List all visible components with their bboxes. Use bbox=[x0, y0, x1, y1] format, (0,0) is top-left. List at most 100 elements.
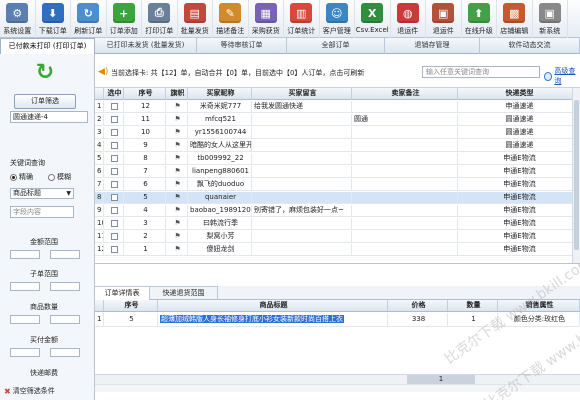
radio-fuzzy-dot[interactable] bbox=[48, 173, 55, 181]
table-row[interactable]: 9 4 ⚑ baobao_19891204 别寄错了，麻烦包装好一点~ 申通E物流 bbox=[95, 205, 580, 217]
advanced-search-button[interactable]: 高级查询 bbox=[544, 66, 580, 86]
grid-header-cell[interactable]: 快递类型 bbox=[458, 88, 580, 100]
flag-icon[interactable]: ⚑ bbox=[174, 128, 180, 136]
row-checkbox[interactable] bbox=[111, 193, 118, 201]
tab-1[interactable]: 已打印未发货 (批量发货) bbox=[95, 38, 197, 54]
flag-icon[interactable]: ⚑ bbox=[174, 167, 180, 175]
clear-filter-button[interactable]: ✖ 清空筛选条件 bbox=[4, 386, 55, 396]
radio-fuzzy[interactable]: 模糊 bbox=[48, 172, 71, 182]
grid-header-cell[interactable]: 序号 bbox=[124, 88, 166, 100]
goods-qty-max-input[interactable] bbox=[50, 315, 80, 324]
keyword-search-input[interactable]: 输入任意关键词查询 bbox=[422, 66, 540, 78]
tab-3[interactable]: 全部订单 bbox=[287, 38, 385, 54]
toolbar-button-5[interactable]: ▤ 批量发货 bbox=[178, 0, 213, 38]
scrollbar-thumb[interactable] bbox=[574, 100, 579, 250]
tab-0[interactable]: 已付款未打印 (打印订单) bbox=[0, 38, 95, 54]
toolbar-button-9[interactable]: ☺ 客户管理 bbox=[320, 0, 355, 38]
flag-icon[interactable]: ⚑ bbox=[174, 102, 180, 110]
toolbar-button-7[interactable]: ▦ 采购获货 bbox=[249, 0, 284, 38]
flag-icon[interactable]: ⚑ bbox=[174, 180, 180, 188]
flag-icon[interactable]: ⚑ bbox=[174, 245, 180, 253]
channel-select[interactable]: 圆通速递-4 bbox=[10, 111, 88, 123]
detail-header-cell[interactable]: 数量 bbox=[448, 300, 498, 311]
product-title-text[interactable]: 超薄加绒韩版人身长袖修身打底小衫女装新款时尚百搭上衣 bbox=[160, 315, 344, 323]
select-cell[interactable] bbox=[104, 166, 124, 178]
table-row[interactable]: 3 10 ⚑ yr1556100744 圆通速递 bbox=[95, 127, 580, 139]
table-row[interactable]: 7 6 ⚑ 飘飞的duoduo 申通E物流 bbox=[95, 179, 580, 191]
row-checkbox[interactable] bbox=[111, 102, 118, 110]
order-summary-text[interactable]: 当前选择卡: 共【12】单，自动合并【0】单，目前选中【0】人订单，点击可刷新 bbox=[111, 68, 364, 78]
toolbar-button-1[interactable]: ⬇ 下载订单 bbox=[36, 0, 71, 38]
flag-icon[interactable]: ⚑ bbox=[174, 115, 180, 123]
row-checkbox[interactable] bbox=[111, 180, 118, 188]
field-input[interactable]: 字段内容 bbox=[10, 206, 74, 218]
filter-button[interactable]: 订单筛选 bbox=[14, 94, 76, 109]
paid-max-input[interactable] bbox=[50, 348, 80, 357]
horizontal-scrollbar[interactable] bbox=[95, 384, 580, 392]
flag-icon[interactable]: ⚑ bbox=[174, 206, 180, 214]
table-row[interactable]: 4 9 ⚑ 暗酷的女人从这里开始 圆通速递 bbox=[95, 140, 580, 152]
tab-4[interactable]: 退销存管理 bbox=[385, 38, 480, 54]
detail-header-cell[interactable]: 价格 bbox=[388, 300, 448, 311]
row-checkbox[interactable] bbox=[111, 245, 118, 253]
row-checkbox[interactable] bbox=[111, 128, 118, 136]
row-checkbox[interactable] bbox=[111, 232, 118, 240]
toolbar-button-15[interactable]: ▣ 新系统 bbox=[533, 0, 568, 38]
detail-tab-0[interactable]: 订单详情表 bbox=[95, 286, 150, 300]
amount-min-input[interactable] bbox=[10, 250, 40, 259]
row-checkbox[interactable] bbox=[111, 219, 118, 227]
table-row[interactable]: 5 8 ⚑ tb009992_22 申通E物流 bbox=[95, 153, 580, 165]
select-cell[interactable] bbox=[104, 179, 124, 191]
flag-icon[interactable]: ⚑ bbox=[174, 219, 180, 227]
toolbar-button-13[interactable]: ⬆ 在线升级 bbox=[462, 0, 497, 38]
table-row[interactable]: 1 12 ⚑ 米奇米妮777 给我发圆通快递 申通速递 bbox=[95, 101, 580, 113]
qty-min-input[interactable] bbox=[10, 282, 40, 291]
select-cell[interactable] bbox=[104, 244, 124, 256]
select-cell[interactable] bbox=[104, 218, 124, 230]
toolbar-button-0[interactable]: ⚙ 系统设置 bbox=[0, 0, 36, 38]
toolbar-button-14[interactable]: ▩ 店铺编辑 bbox=[497, 0, 533, 38]
table-row[interactable]: 10 3 ⚑ 曰韩流行季 申通E物流 bbox=[95, 218, 580, 230]
toolbar-button-10[interactable]: X Csv.Excel bbox=[355, 0, 391, 38]
detail-row[interactable]: 1 5 超薄加绒韩版人身长袖修身打底小衫女装新款时尚百搭上衣 338 1 颜色分类:玫红色 bbox=[95, 313, 580, 327]
select-cell[interactable] bbox=[104, 127, 124, 139]
select-cell[interactable] bbox=[104, 192, 124, 204]
toolbar-button-11[interactable]: ◍ 退运件 bbox=[391, 0, 426, 38]
select-cell[interactable] bbox=[104, 101, 124, 113]
amount-max-input[interactable] bbox=[50, 250, 80, 259]
table-row[interactable]: 6 7 ⚑ lianpeng880601 申通E物流 bbox=[95, 166, 580, 178]
goods-qty-min-input[interactable] bbox=[10, 315, 40, 324]
detail-tab-1[interactable]: 快递退货范围 bbox=[150, 286, 218, 300]
toolbar-button-8[interactable]: ▥ 订单统计 bbox=[284, 0, 320, 38]
tab-5[interactable]: 软件动态交流 bbox=[480, 38, 580, 54]
tab-2[interactable]: 等待审核订单 bbox=[197, 38, 287, 54]
detail-header-cell[interactable]: 序号 bbox=[104, 300, 158, 311]
select-cell[interactable] bbox=[104, 231, 124, 243]
detail-header-cell[interactable]: 销售属性 bbox=[498, 300, 580, 311]
row-checkbox[interactable] bbox=[111, 167, 118, 175]
page-number[interactable]: 1 bbox=[407, 375, 475, 384]
table-row[interactable]: 8 5 ⚑ quanaier 申通E物流 bbox=[95, 192, 580, 204]
vertical-scrollbar[interactable] bbox=[572, 88, 580, 263]
flag-icon[interactable]: ⚑ bbox=[174, 141, 180, 149]
select-cell[interactable] bbox=[104, 153, 124, 165]
radio-exact-dot[interactable] bbox=[10, 173, 17, 181]
field-select[interactable]: 商品标题 ▼ bbox=[10, 188, 74, 199]
radio-exact[interactable]: 精确 bbox=[10, 172, 33, 182]
row-checkbox[interactable] bbox=[111, 154, 118, 162]
toolbar-button-4[interactable]: ⎙ 打印订单 bbox=[142, 0, 178, 38]
flag-icon[interactable]: ⚑ bbox=[174, 193, 180, 201]
row-checkbox[interactable] bbox=[111, 141, 118, 149]
refresh-icon[interactable]: ↻ bbox=[33, 62, 57, 84]
table-row[interactable]: 11 2 ⚑ 梨窝小芳 申通E物流 bbox=[95, 231, 580, 243]
toolbar-button-6[interactable]: ✎ 描述备注 bbox=[213, 0, 249, 38]
paid-min-input[interactable] bbox=[10, 348, 40, 357]
select-cell[interactable] bbox=[104, 140, 124, 152]
table-row[interactable]: 12 1 ⚑ 傻妞龙剑 申通E物流 bbox=[95, 244, 580, 256]
row-checkbox[interactable] bbox=[111, 206, 118, 214]
grid-header-cell[interactable]: 买家留言 bbox=[252, 88, 352, 100]
grid-header-cell[interactable]: 选中 bbox=[104, 88, 124, 100]
select-cell[interactable] bbox=[104, 114, 124, 126]
row-checkbox[interactable] bbox=[111, 115, 118, 123]
toolbar-button-12[interactable]: ▣ 退运件 bbox=[426, 0, 462, 38]
